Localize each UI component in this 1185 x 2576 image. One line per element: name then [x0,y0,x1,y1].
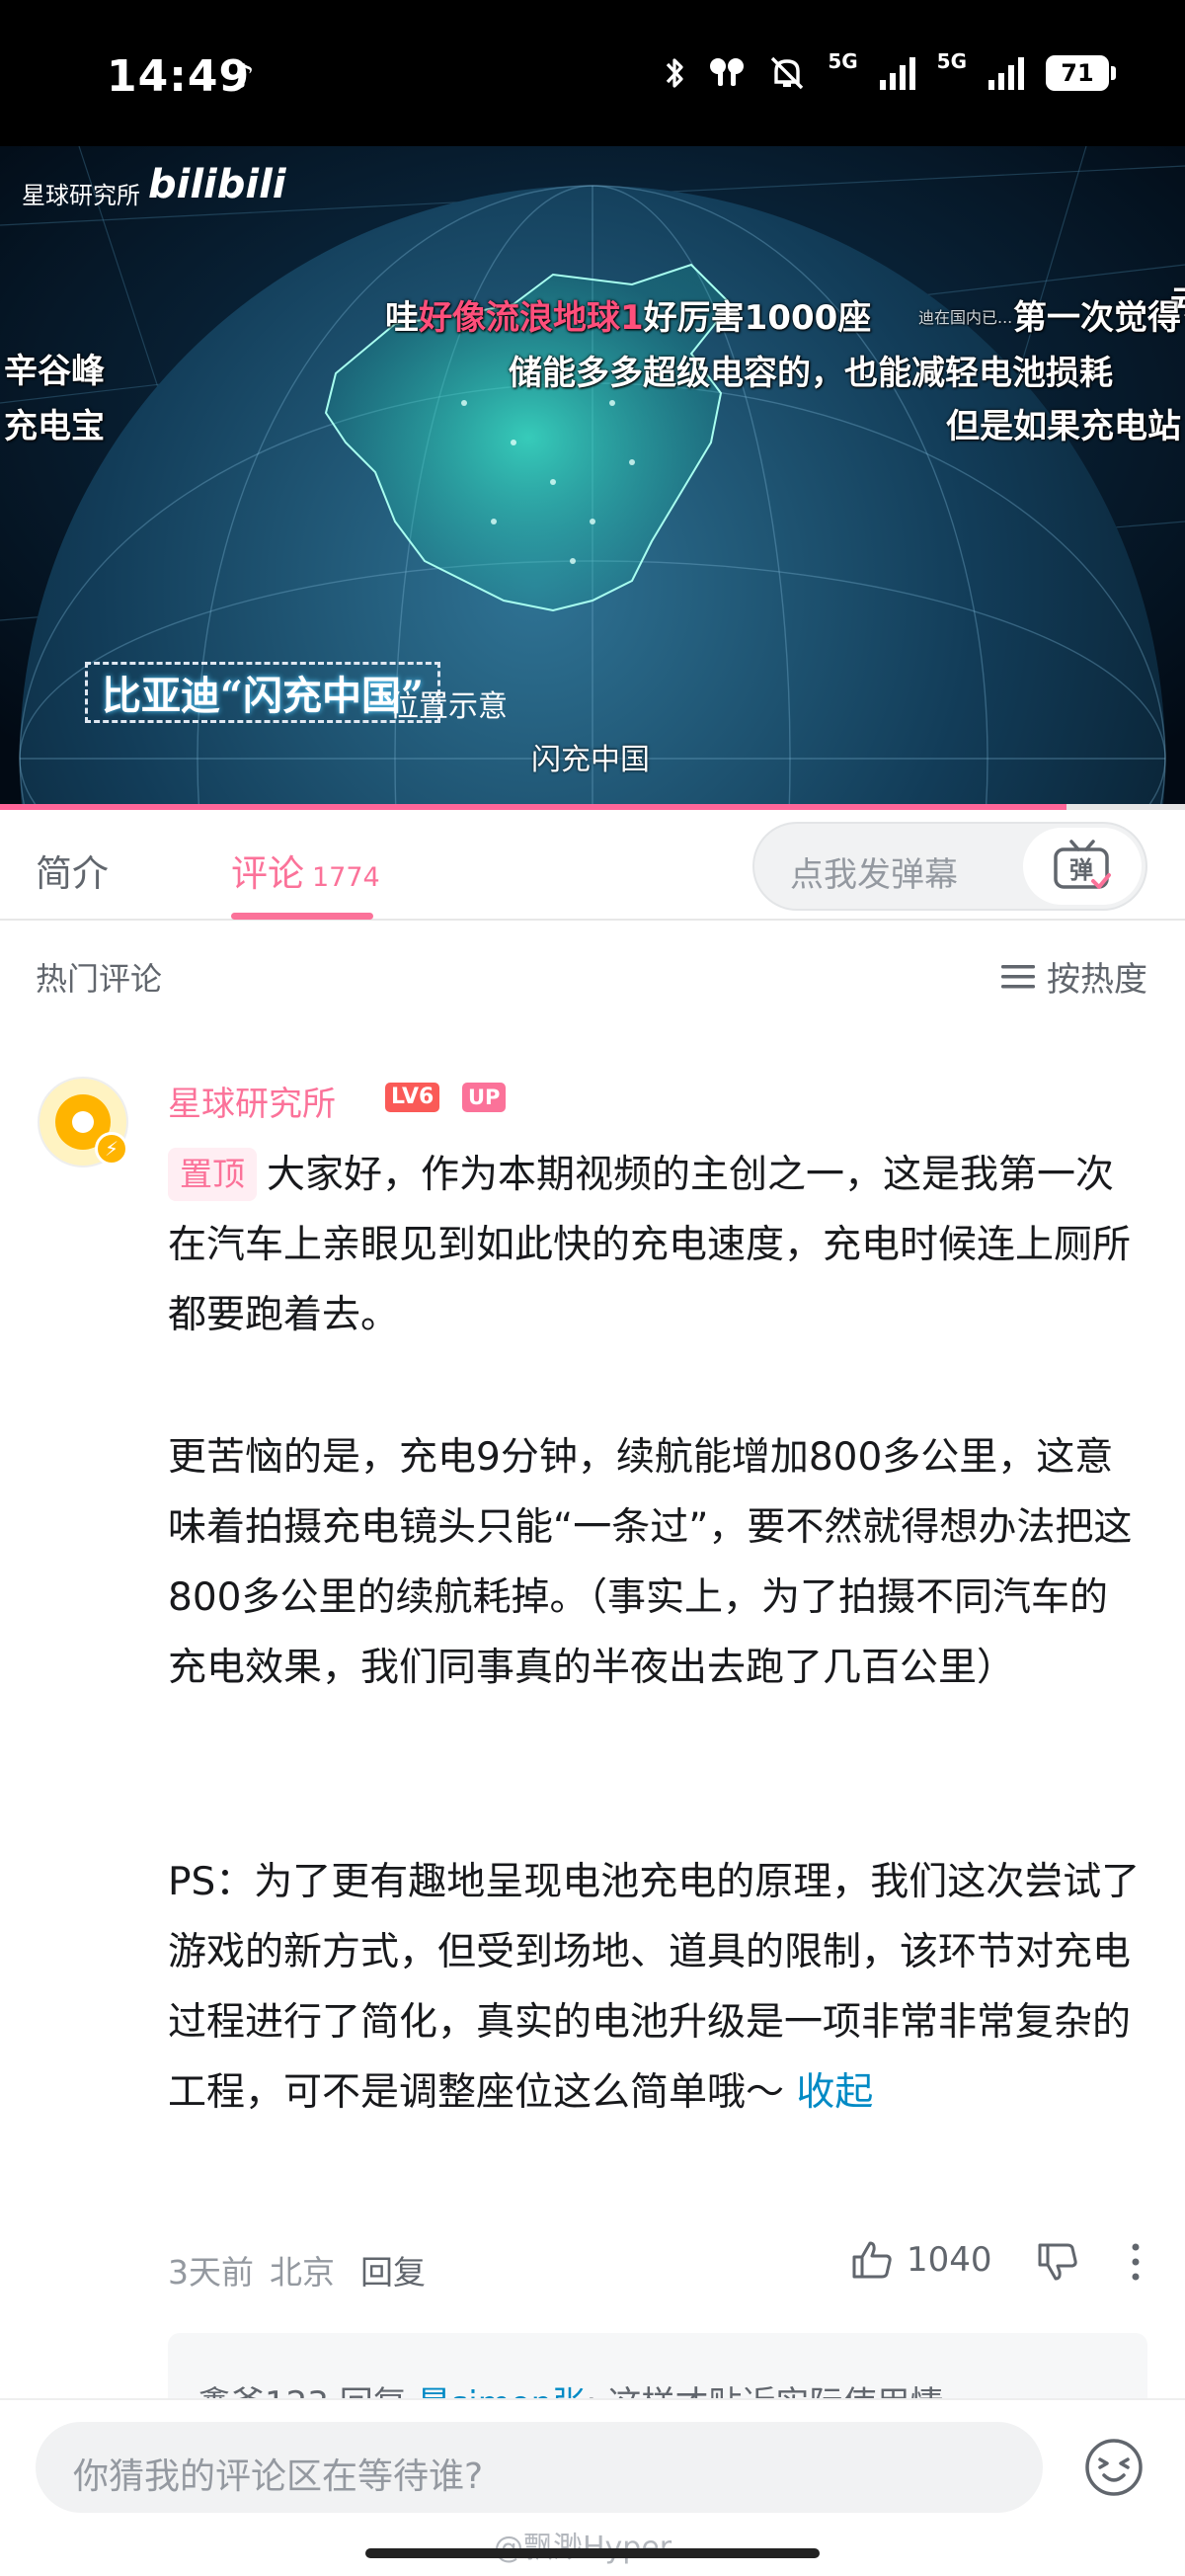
location-sub-label: 位置示意 [389,689,508,724]
earbuds-icon [710,58,745,86]
dislike-button[interactable] [1037,2242,1078,2286]
pinned-badge: 置顶 [168,1148,257,1201]
danmaku-comment: 迪在国内已... [918,308,1013,327]
signal-icon [879,56,915,90]
up-badge: UP [462,1083,507,1112]
comment-paragraph-2: 更苦恼的是，充电9分钟，续航能增加800多公里，这意味着拍摄充电镜头只能“一条过… [168,1435,1133,1690]
danmaku-toggle-button[interactable]: 弹 [1023,828,1142,905]
danmaku-comment: 亏 [1170,277,1185,325]
comment-time: 3天前 [168,2253,254,2292]
danmaku-input[interactable]: 点我发弹幕 弹 [752,822,1147,911]
more-options-button[interactable] [1130,2242,1142,2286]
home-indicator[interactable] [365,2548,820,2558]
app-screen: 14:49 ♪ 5G 5G 71 星球研究所 bilibili 哇好像流浪地球1… [0,0,1185,2576]
video-player[interactable]: 星球研究所 bilibili 哇好像流浪地球1好厉害1000座 迪在国内已...… [0,146,1185,810]
hot-comments-title: 热门评论 [36,960,163,998]
network-type-1: 5G [828,49,858,73]
verified-lightning-icon: ⚡ [95,1132,128,1166]
comment-input-placeholder: 你猜我的评论区在等待谁? [73,2456,484,2497]
comment-paragraph-3: PS：为了更有趣地呈现电池充电的原理，我们这次尝试了游戏的新方式，但受到场地、道… [168,1860,1141,2115]
danmaku-comment: 第一次觉得 [1013,298,1181,338]
emoji-icon [1085,2439,1143,2496]
svg-text:弹: 弹 [1069,856,1093,884]
status-icons: 5G 5G 71 [664,49,1116,91]
danmaku-comment: 哇好像流浪地球1好厉害1000座 [385,298,872,338]
comment-input-bar: 你猜我的评论区在等待谁? @飘渺Hyper [0,2398,1185,2576]
tab-comments-label: 评论 [231,852,304,895]
comment-location: 北京 [270,2253,335,2292]
sort-list-icon [1001,964,1035,988]
location-label: 比亚迪“闪充中国” [85,662,441,723]
danmaku-comment: 但是如果充电站 [946,407,1181,446]
battery-level: 71 [1046,55,1109,91]
sort-by-popularity-button[interactable]: 按热度 [1001,952,1147,1001]
thumbs-down-icon [1038,2243,1077,2281]
network-type-2: 5G [936,49,967,73]
active-tab-indicator [231,913,373,920]
danmaku-comment: 辛谷峰 [4,352,105,391]
battery-icon: 71 [1046,55,1116,91]
emoji-button[interactable] [1082,2436,1146,2503]
danmaku-comment: 储能多多超级电容的，也能减轻电池损耗 [509,354,1113,393]
reply-button[interactable]: 回复 [360,2246,426,2294]
thumbs-up-icon [852,2241,892,2279]
weibo-watermark: @飘渺Hyper [494,2523,672,2566]
tiktok-icon: ♪ [233,57,255,97]
comments-count: 1774 [312,862,380,893]
collapse-link[interactable]: 收起 [796,2070,873,2115]
status-time: 14:49 [107,51,251,102]
status-bar: 14:49 ♪ 5G 5G 71 [0,0,1185,146]
video-caption: 闪充中国 [531,743,650,777]
tab-intro[interactable]: 简介 [36,844,109,897]
bilibili-logo: bilibili [148,162,286,207]
danmaku-placeholder: 点我发弹幕 [790,855,958,895]
danmaku-tv-icon: 弹 [1054,840,1111,889]
signal-icon [988,56,1024,90]
like-count: 1040 [907,2240,992,2280]
like-button[interactable]: 1040 [851,2240,992,2280]
comment-username[interactable]: 星球研究所 [168,1077,336,1125]
comment-input[interactable]: 你猜我的评论区在等待谁? [36,2422,1043,2513]
comment-meta: 3天前 北京 回复 [168,2246,426,2294]
more-vertical-icon [1132,2243,1140,2281]
bluetooth-icon [667,58,683,88]
sort-label: 按热度 [1047,960,1147,1000]
danmaku-comment: 充电宝 [4,407,105,446]
mute-icon [771,56,804,90]
comment-paragraph-1: 置顶 大家好，作为本期视频的主创之一，这是我第一次在汽车上亲眼见到如此快的充电速度… [168,1140,1146,1350]
level-badge: LV6 [385,1083,440,1112]
tab-comments[interactable]: 评论 1774 [231,844,380,897]
watermark-channel: 星球研究所 [22,182,140,209]
